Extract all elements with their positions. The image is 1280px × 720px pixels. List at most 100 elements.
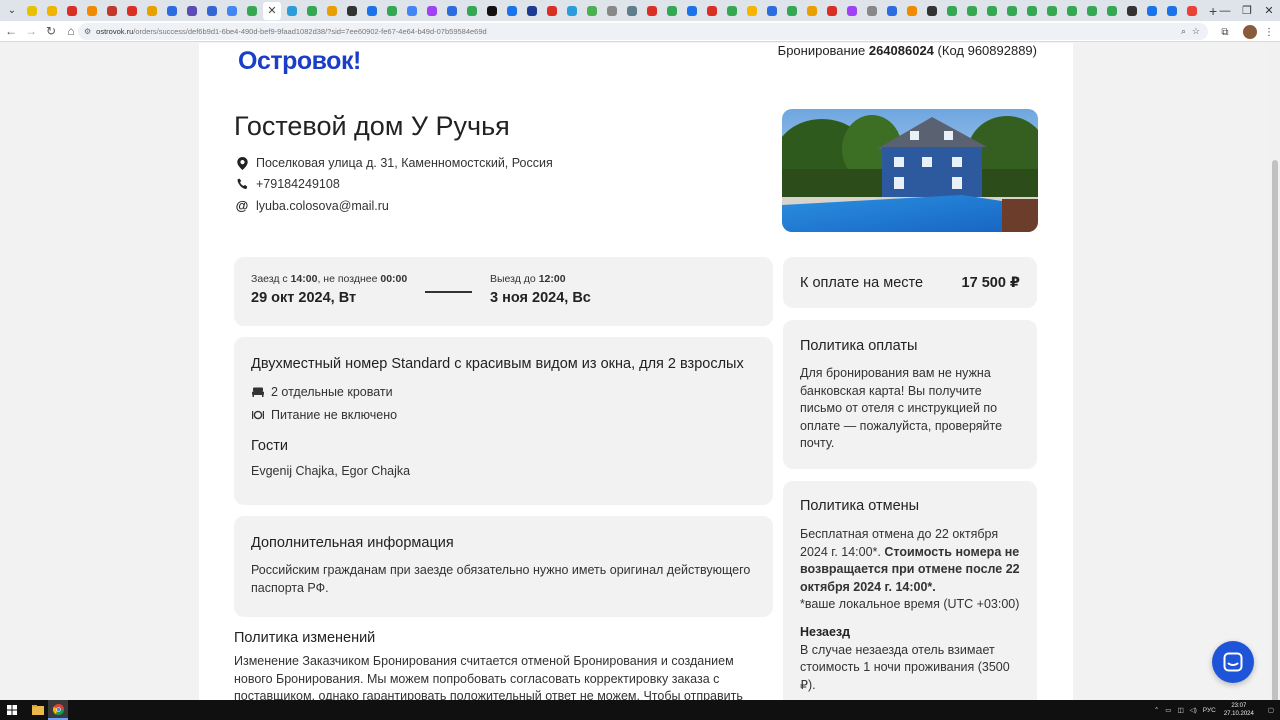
browser-tab[interactable]	[383, 2, 401, 20]
browser-tab[interactable]	[1123, 2, 1141, 20]
browser-tab[interactable]	[643, 2, 661, 20]
browser-tab[interactable]	[983, 2, 1001, 20]
page-scrollbar[interactable]	[1270, 43, 1280, 720]
browser-tab[interactable]	[363, 2, 381, 20]
browser-tab[interactable]	[403, 2, 421, 20]
browser-tab[interactable]	[563, 2, 581, 20]
browser-tab[interactable]	[783, 2, 801, 20]
browser-tab[interactable]	[543, 2, 561, 20]
browser-tab[interactable]	[203, 2, 221, 20]
browser-tab[interactable]	[43, 2, 61, 20]
browser-tab[interactable]	[123, 2, 141, 20]
browser-tab[interactable]	[23, 2, 41, 20]
browser-tab[interactable]	[283, 2, 301, 20]
profile-avatar[interactable]	[1243, 25, 1257, 39]
browser-tab[interactable]	[743, 2, 761, 20]
browser-tab[interactable]	[223, 2, 241, 20]
hotel-email: @ lyuba.colosova@mail.ru	[235, 198, 389, 213]
tab-favicon-icon	[807, 5, 817, 16]
chrome-taskbar-icon[interactable]	[48, 700, 68, 720]
browser-tab[interactable]	[623, 2, 641, 20]
tray-battery-icon[interactable]: ▭	[1165, 706, 1171, 714]
dates-card: Заезд с 14:00, не позднее 00:00 29 окт 2…	[234, 257, 773, 326]
browser-tab[interactable]	[583, 2, 601, 20]
scroll-thumb[interactable]	[1272, 160, 1278, 720]
back-icon[interactable]: ←	[2, 24, 20, 38]
browser-tab[interactable]	[443, 2, 461, 20]
support-chat-button[interactable]	[1212, 641, 1254, 683]
browser-tab[interactable]	[463, 2, 481, 20]
tray-volume-icon[interactable]: ◁)	[1190, 706, 1197, 714]
browser-tab[interactable]	[183, 2, 201, 20]
forward-icon[interactable]: →	[22, 24, 40, 38]
phone-text[interactable]: +79184249108	[256, 177, 340, 191]
active-tab-close-icon[interactable]: ✕	[263, 1, 281, 20]
browser-tab[interactable]	[1063, 2, 1081, 20]
notifications-icon[interactable]: ▢	[1268, 706, 1274, 714]
noshow-text: В случае незаезда отель взимает стоимост…	[800, 642, 1010, 692]
browser-tab[interactable]	[703, 2, 721, 20]
browser-tab[interactable]	[343, 2, 361, 20]
reload-icon[interactable]: ↻	[42, 24, 60, 38]
close-window-icon[interactable]: ✕	[1252, 0, 1280, 21]
browser-tab[interactable]	[243, 2, 261, 20]
browser-tab[interactable]	[503, 2, 521, 20]
browser-tab[interactable]	[803, 2, 821, 20]
tray-network-icon[interactable]: ◫	[1177, 706, 1183, 714]
browser-tab[interactable]	[163, 2, 181, 20]
chat-icon	[1223, 652, 1243, 672]
hotel-address: Поселковая улица д. 31, Каменномостский,…	[235, 156, 553, 170]
browser-tab[interactable]	[143, 2, 161, 20]
tab-search-icon[interactable]: ⌄	[3, 2, 21, 20]
browser-tab[interactable]	[63, 2, 81, 20]
browser-tab[interactable]	[663, 2, 681, 20]
tab-favicon-icon	[787, 5, 797, 16]
browser-tab[interactable]	[1043, 2, 1061, 20]
tab-favicon-icon	[407, 5, 417, 16]
browser-tab[interactable]	[963, 2, 981, 20]
browser-tab[interactable]	[323, 2, 341, 20]
email-text[interactable]: lyuba.colosova@mail.ru	[256, 199, 389, 213]
bookmark-star-icon[interactable]: ☆	[1192, 26, 1200, 37]
guests-names: Evgenij Chajka, Egor Chajka	[251, 464, 411, 478]
tab-favicon-icon	[287, 5, 297, 16]
browser-tab[interactable]	[823, 2, 841, 20]
browser-tab[interactable]	[1003, 2, 1021, 20]
browser-menu-icon[interactable]: ⋮	[1262, 25, 1276, 39]
tab-favicon-icon	[547, 5, 557, 16]
ostrovok-logo[interactable]: Островок!	[238, 47, 361, 76]
browser-tab[interactable]	[1023, 2, 1041, 20]
zoom-icon[interactable]: ⌕	[1181, 26, 1186, 37]
browser-tab[interactable]	[103, 2, 121, 20]
browser-tab[interactable]	[523, 2, 541, 20]
browser-tab[interactable]	[923, 2, 941, 20]
browser-tab[interactable]	[1163, 2, 1181, 20]
room-meals: Питание не включено	[251, 408, 756, 422]
browser-tab[interactable]	[1103, 2, 1121, 20]
browser-tab[interactable]	[863, 2, 881, 20]
browser-tab[interactable]	[763, 2, 781, 20]
tray-chevron-icon[interactable]: ⌃	[1154, 706, 1159, 714]
taskbar-clock[interactable]: 23:07 27.10.2024	[1224, 702, 1254, 718]
browser-tab[interactable]	[1083, 2, 1101, 20]
browser-tab[interactable]	[603, 2, 621, 20]
browser-tab[interactable]	[483, 2, 501, 20]
browser-tab[interactable]	[1183, 2, 1201, 20]
browser-tab[interactable]	[903, 2, 921, 20]
browser-tab[interactable]	[303, 2, 321, 20]
tray-lang[interactable]: РУС	[1203, 707, 1216, 714]
browser-tab[interactable]	[883, 2, 901, 20]
browser-tab[interactable]	[423, 2, 441, 20]
browser-tab[interactable]	[1143, 2, 1161, 20]
file-explorer-icon[interactable]	[28, 700, 48, 720]
browser-tab[interactable]	[83, 2, 101, 20]
url-input[interactable]: ⚙ ostrovok.ru/orders/success/def6b9d1-6b…	[78, 23, 1208, 40]
windows-start-icon[interactable]	[2, 700, 22, 720]
browser-tab[interactable]	[943, 2, 961, 20]
browser-tab[interactable]	[683, 2, 701, 20]
hotel-photo[interactable]	[782, 109, 1038, 232]
browser-tab[interactable]	[843, 2, 861, 20]
browser-tab[interactable]	[723, 2, 741, 20]
extensions-icon[interactable]: ⧉	[1218, 25, 1232, 39]
site-info-icon[interactable]: ⚙	[84, 27, 91, 36]
